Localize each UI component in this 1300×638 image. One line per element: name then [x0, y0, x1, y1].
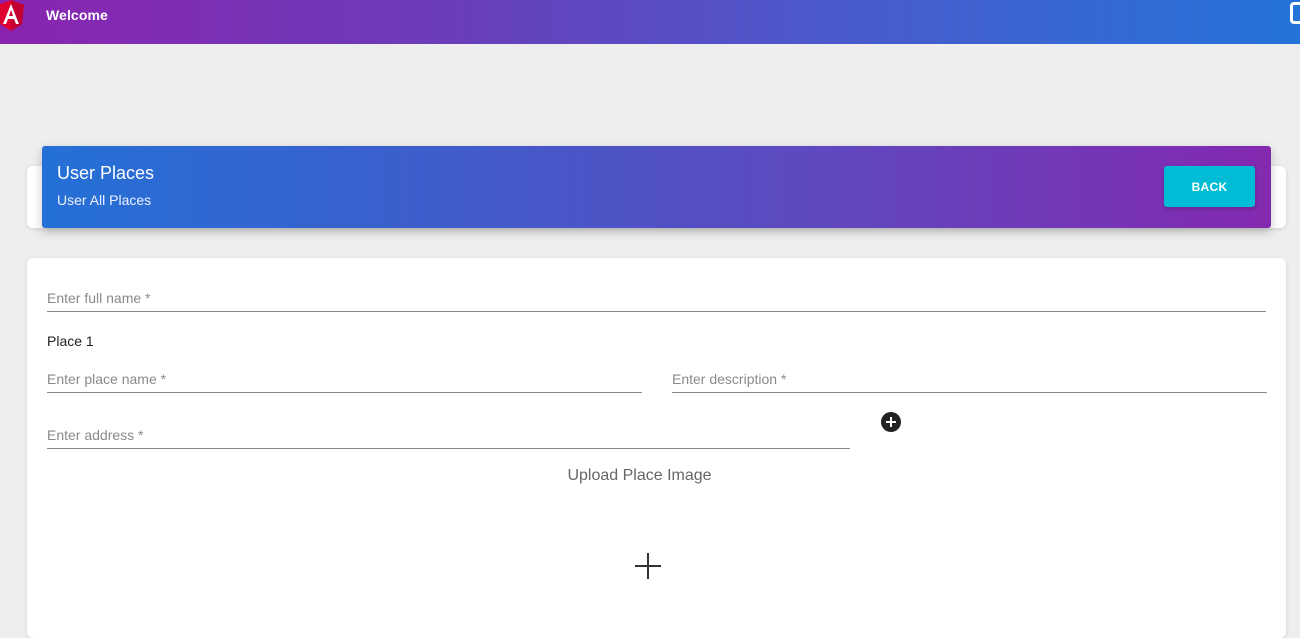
- square-outline-icon[interactable]: [1290, 2, 1300, 24]
- angular-logo-icon: [0, 0, 24, 31]
- header-banner: User Places User All Places BACK: [42, 146, 1271, 228]
- back-button[interactable]: BACK: [1164, 166, 1255, 207]
- address-field[interactable]: [47, 427, 850, 449]
- place-section-label: Place 1: [47, 333, 94, 349]
- plus-icon[interactable]: [635, 553, 661, 579]
- upload-title: Upload Place Image: [567, 467, 712, 484]
- page-subtitle: User All Places: [57, 192, 152, 208]
- add-circle-icon[interactable]: [881, 412, 901, 432]
- toolbar-title: Welcome: [46, 7, 108, 23]
- page-title: User Places: [57, 163, 155, 183]
- top-toolbar: Welcome: [0, 0, 1300, 44]
- place-name-field[interactable]: [47, 371, 642, 393]
- description-field[interactable]: [672, 371, 1267, 393]
- full-name-field[interactable]: [47, 290, 1266, 312]
- place-form-card: Place 1 Upload Place Image: [27, 258, 1286, 638]
